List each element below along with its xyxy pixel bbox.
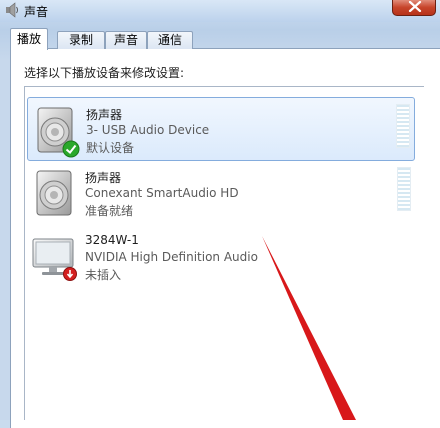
tab-playback[interactable]: 播放 bbox=[10, 28, 48, 50]
sound-dialog: 声音 播放 录制 声音 通信 选择以下播放设备来修改设置: 扬声器 3- USB… bbox=[0, 0, 440, 428]
annotation-arrow bbox=[262, 236, 356, 420]
